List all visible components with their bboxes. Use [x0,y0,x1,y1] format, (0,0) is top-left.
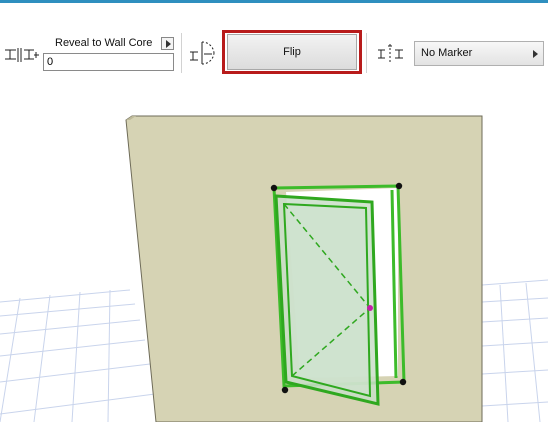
hotspot-handle [367,305,373,311]
door-swing-icon [188,38,216,68]
flip-button[interactable]: Flip [227,34,357,70]
toolbar-separator [366,33,367,73]
marker-dropdown[interactable]: No Marker [414,41,544,66]
marker-type-icon [376,42,406,64]
reveal-to-wall-core-label: Reveal to Wall Core [55,37,153,49]
window-sash[interactable] [274,194,380,406]
3d-viewport[interactable] [0,80,548,422]
marker-dropdown-value: No Marker [421,47,473,59]
reveal-value-input[interactable] [43,53,174,71]
toolbar-separator [181,33,182,73]
element-settings-toolbar: Reveal to Wall Core Flip [0,28,548,80]
top-accent-line [0,0,548,3]
reveal-options-arrow-button[interactable] [161,37,174,50]
reveal-offset-icon [4,46,40,64]
chevron-right-icon [533,50,538,58]
